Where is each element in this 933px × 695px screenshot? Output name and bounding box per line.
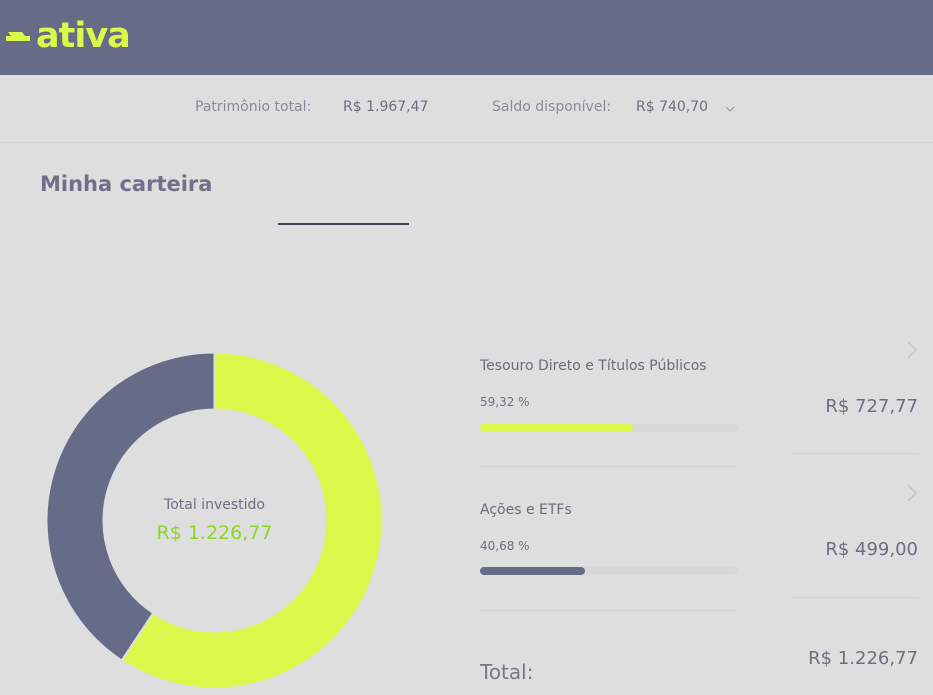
- category-progress-fill: [480, 424, 634, 432]
- page-title: Minha carteira: [40, 172, 213, 196]
- category-amount: R$ 727,77: [825, 396, 918, 417]
- chevron-right-icon[interactable]: [906, 340, 918, 360]
- title-underline: [278, 223, 409, 225]
- category-progress-fill: [480, 567, 585, 575]
- category-name: Ações e ETFs: [480, 502, 572, 518]
- divider: [480, 466, 738, 467]
- saldo-label: Saldo disponível:: [492, 99, 612, 115]
- logo-mark-icon: [6, 32, 30, 41]
- divider: [790, 453, 918, 454]
- category-progress-track: [480, 567, 738, 575]
- donut-center-value: R$ 1.226,77: [156, 522, 273, 544]
- category-amount: R$ 499,00: [825, 539, 918, 560]
- donut-center: Total investido R$ 1.226,77: [46, 352, 383, 689]
- total-value: R$ 1.226,77: [808, 648, 918, 669]
- category-name: Tesouro Direto e Títulos Públicos: [480, 358, 707, 374]
- saldo-value: R$ 740,70: [636, 99, 709, 115]
- top-bar: ativa: [0, 0, 933, 75]
- category-percent: 40,68 %: [480, 539, 530, 553]
- chevron-right-icon[interactable]: [906, 483, 918, 503]
- divider: [790, 597, 918, 598]
- patrimonio-value: R$ 1.967,47: [343, 99, 429, 115]
- patrimonio-label: Patrimônio total:: [195, 99, 312, 115]
- logo-text: ativa: [36, 16, 131, 56]
- ativa-logo[interactable]: ativa: [6, 14, 131, 58]
- divider: [480, 610, 738, 611]
- chevron-down-icon[interactable]: [725, 104, 735, 114]
- balance-summary: Patrimônio total: R$ 1.967,47 Saldo disp…: [0, 75, 933, 143]
- category-progress-track: [480, 424, 738, 432]
- donut-center-label: Total investido: [164, 497, 265, 513]
- total-label: Total:: [480, 660, 534, 684]
- category-percent: 59,32 %: [480, 395, 530, 409]
